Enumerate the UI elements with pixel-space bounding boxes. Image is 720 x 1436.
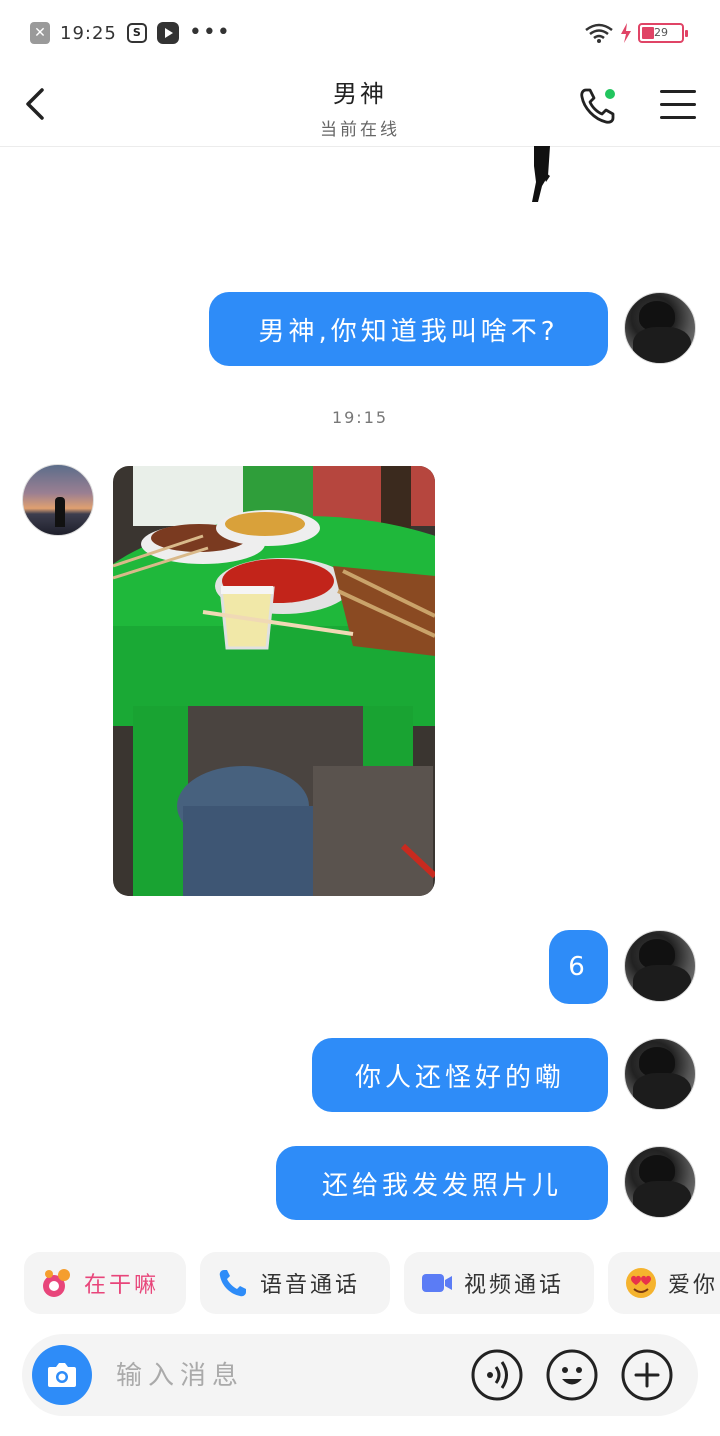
- battery-level: 29: [654, 26, 668, 39]
- battery-icon: 29: [638, 23, 688, 43]
- screenshot-icon: S: [126, 23, 147, 43]
- message-bubble-sent[interactable]: 还给我发发照片儿: [276, 1146, 608, 1220]
- quick-action-video-call[interactable]: 视频通话: [404, 1252, 594, 1314]
- wifi-icon: [585, 23, 613, 43]
- message-input-bar: [22, 1334, 698, 1416]
- my-avatar[interactable]: [624, 930, 696, 1002]
- heart-eyes-emoji-icon: [626, 1268, 656, 1298]
- camera-button[interactable]: [32, 1345, 92, 1405]
- received-photo[interactable]: [113, 466, 435, 896]
- voice-button[interactable]: [470, 1348, 524, 1402]
- message-bubble-sent[interactable]: 男神,你知道我叫啥不?: [209, 292, 608, 366]
- phone-icon: [580, 88, 615, 124]
- status-bar-right: 29: [584, 20, 688, 46]
- play-icon: [156, 22, 179, 44]
- emoji-button[interactable]: [545, 1348, 599, 1402]
- video-camera-icon: [422, 1274, 452, 1292]
- quick-action-label: 视频通话: [464, 1273, 565, 1298]
- menu-button[interactable]: [660, 90, 696, 120]
- photo-image: [113, 466, 435, 896]
- more-dots-icon: •••: [188, 20, 231, 45]
- status-bar-left: ✕ 19:25 S •••: [30, 20, 231, 46]
- quick-action-label: 语音通话: [260, 1273, 361, 1298]
- quick-action-label: 爱你: [668, 1273, 719, 1298]
- message-bubble-sent[interactable]: 你人还怪好的嘞: [312, 1038, 608, 1112]
- voice-icon: [471, 1349, 523, 1401]
- call-button[interactable]: [576, 84, 620, 128]
- previous-image-fragment: [532, 146, 550, 202]
- my-avatar[interactable]: [624, 1146, 696, 1218]
- quick-action-label: 在干嘛: [84, 1273, 160, 1298]
- message-bubble-sent[interactable]: 6: [549, 930, 608, 1004]
- status-bar: ✕ 19:25 S ••• 29: [0, 0, 720, 64]
- online-dot: [605, 89, 615, 99]
- phone-icon: [219, 1270, 246, 1297]
- my-avatar[interactable]: [624, 1038, 696, 1110]
- contact-avatar[interactable]: [22, 464, 94, 536]
- chat-messages[interactable]: 男神,你知道我叫啥不? 19:15 6 你人还怪好的嘞 还给我发发照片儿: [0, 146, 720, 1246]
- my-avatar[interactable]: [624, 292, 696, 364]
- quick-actions-bar: 在干嘛 语音通话 视频通话 爱你: [0, 1252, 720, 1316]
- camera-icon: [48, 1363, 76, 1387]
- more-button[interactable]: [620, 1348, 674, 1402]
- charging-icon: [621, 23, 631, 43]
- message-input[interactable]: [114, 1350, 448, 1402]
- plus-icon: [621, 1349, 673, 1401]
- message-timestamp: 19:15: [331, 408, 389, 427]
- quick-action-voice-call[interactable]: 语音通话: [200, 1252, 390, 1314]
- chat-header: 男神 当前在线: [0, 64, 720, 147]
- quick-action-love-you[interactable]: 爱你: [608, 1252, 720, 1314]
- close-notification-icon: ✕: [30, 22, 50, 44]
- quick-action-whats-up[interactable]: 在干嘛: [24, 1252, 186, 1314]
- emoji-icon: [546, 1349, 598, 1401]
- status-time: 19:25: [60, 22, 117, 44]
- sticker-icon: [43, 1269, 70, 1297]
- hamburger-menu-icon: [660, 90, 696, 119]
